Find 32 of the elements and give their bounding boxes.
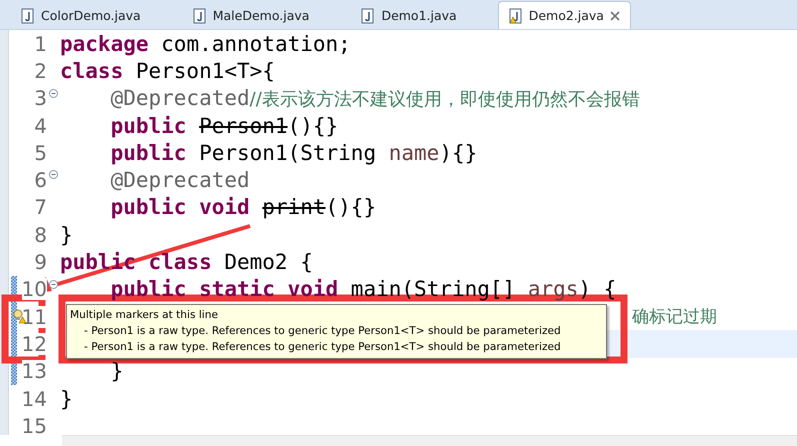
code-line: @Deprecated	[110, 168, 250, 192]
code-line: package com.annotation;	[60, 32, 351, 56]
code-line: class Person1<T>{	[60, 58, 275, 83]
editor-tab[interactable]: MaleDemo.java	[182, 1, 320, 29]
code-comment: 确标记过期	[632, 306, 717, 328]
horizontal-scrollbar[interactable]	[62, 435, 797, 446]
line-number: 10	[22, 278, 47, 300]
line-number: 12	[22, 332, 47, 355]
close-icon[interactable]	[610, 10, 620, 20]
code-line: @Deprecated//表示该方法不建议使用，即使使用仍然不会报错	[110, 86, 640, 111]
java-file-icon	[192, 8, 207, 24]
tooltip-message: - Person1 is a raw type. References to generic type Person1<T> should be parameterized	[83, 340, 562, 355]
code-line: }	[110, 359, 124, 384]
code-line: public Person1(String name){}	[110, 140, 478, 165]
code-line: public Person1(){}	[110, 114, 338, 138]
editor-tab[interactable]: ColorDemo.java	[10, 1, 152, 29]
code-line: }	[60, 386, 73, 410]
editor-tab[interactable]: Demo2.java	[498, 1, 631, 29]
tooltip-title: Multiple markers at this line	[70, 308, 219, 323]
code-line: public class Demo2 {	[60, 250, 313, 274]
collapse-icon[interactable]	[49, 88, 58, 98]
code-line: }	[60, 222, 73, 247]
tooltip-message: - Person1 is a raw type. References to generic type Person1<T> should be parameterized	[83, 324, 562, 339]
java-file-icon	[21, 8, 35, 24]
collapse-icon[interactable]	[49, 170, 58, 180]
line-number: 11	[22, 306, 47, 328]
java-file-warning-icon	[508, 8, 523, 24]
code-line: public void print(){}	[110, 195, 376, 220]
highlight-frame	[2, 294, 46, 364]
editor-tab[interactable]: Demo1.java	[350, 1, 468, 29]
java-file-icon	[361, 8, 376, 24]
collapse-icon[interactable]	[49, 280, 58, 289]
